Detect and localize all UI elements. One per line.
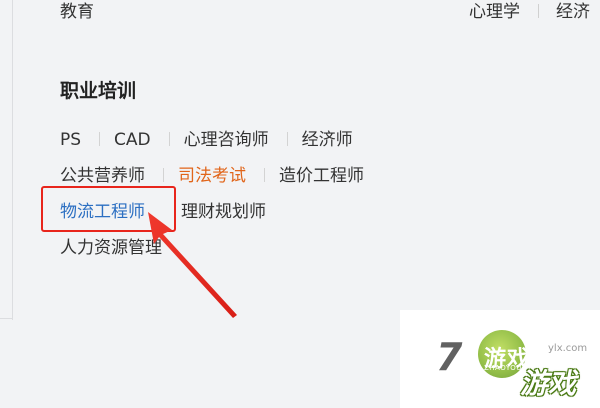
link-financial-planner[interactable]: 理财规划师 [181,202,266,222]
link-cad[interactable]: CAD [114,130,151,150]
watermark-number: 7 [436,335,463,379]
link-human-resources[interactable]: 人力资源管理 [60,238,162,258]
separator [286,132,288,146]
category-economics-link[interactable]: 经济 [556,2,590,22]
separator [163,168,164,182]
section-title: 职业培训 [60,80,137,102]
links-row-2: 公共营养师 司法考试 造价工程师 [60,161,364,186]
top-right-links: 心理学 经济 [469,0,590,22]
left-divider-foot [0,318,13,319]
separator [264,168,265,182]
category-education-link[interactable]: 教育 [60,0,94,22]
category-psychology-link[interactable]: 心理学 [469,2,520,22]
watermark-game-text: 游戏 [520,367,577,400]
watermark-domain: ylx.com [548,343,588,354]
page: 教育 心理学 经济 职业培训 PS CAD 心理咨询师 经济师 公共营养师 司法考试 造价工… [0,0,600,408]
top-category-row: 教育 心理学 经济 [0,0,600,22]
separator [538,4,539,18]
link-cost-engineer[interactable]: 造价工程师 [279,166,364,186]
link-psychological-counselor[interactable]: 心理咨询师 [184,130,269,150]
highlight-box [41,186,176,232]
link-economist[interactable]: 经济师 [302,130,353,150]
link-public-nutritionist[interactable]: 公共营养师 [60,166,145,186]
links-row-1: PS CAD 心理咨询师 经济师 [60,125,353,150]
separator [99,132,101,146]
left-divider [12,0,13,320]
link-judicial-exam[interactable]: 司法考试 [178,166,246,186]
separator [168,132,170,146]
links-row-4: 人力资源管理 [60,233,162,258]
link-ps[interactable]: PS [60,130,81,150]
